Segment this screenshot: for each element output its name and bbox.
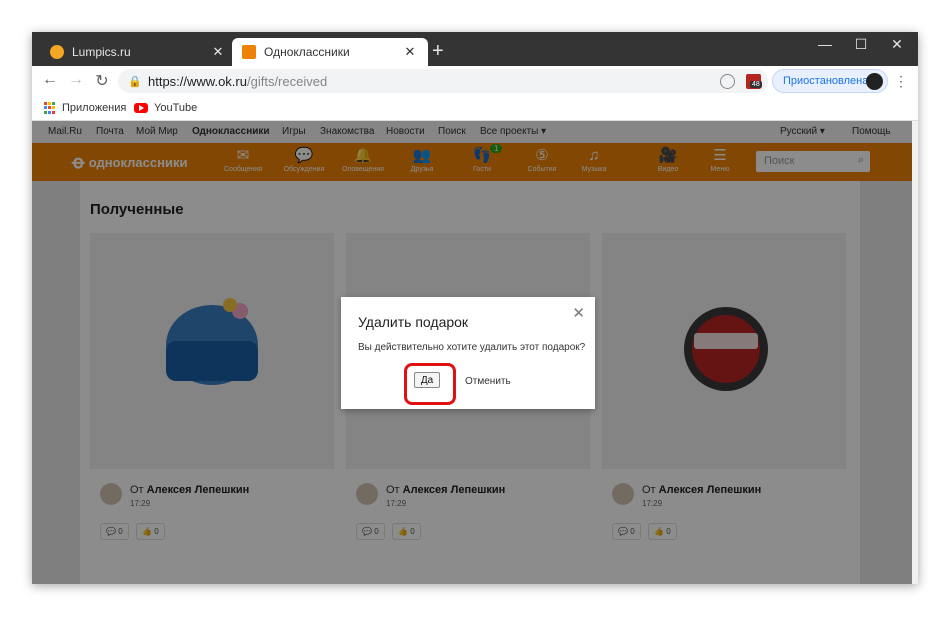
title-bar: Lumpics.ru ✕ Одноклассники ✕ + — ☐ ✕ bbox=[32, 32, 918, 66]
maximize-button[interactable]: ☐ bbox=[846, 36, 876, 53]
more-menu-icon[interactable]: ⋮ bbox=[894, 73, 908, 90]
bookmark-apps[interactable]: Приложения bbox=[44, 102, 126, 114]
youtube-icon bbox=[134, 103, 148, 113]
tab-odnoklassniki[interactable]: Одноклассники ✕ bbox=[232, 38, 428, 66]
url-path: /gifts/received bbox=[246, 73, 328, 89]
bookmark-label: Приложения bbox=[62, 102, 127, 114]
new-tab-button[interactable]: + bbox=[432, 41, 444, 61]
globe-extension-icon[interactable] bbox=[720, 74, 735, 89]
bookmark-youtube[interactable]: YouTube bbox=[134, 102, 197, 114]
confirm-delete-button[interactable]: Да bbox=[414, 372, 440, 388]
lock-icon: 🔒 bbox=[128, 75, 142, 88]
delete-gift-dialog: Удалить подарок ✕ Вы действительно хотит… bbox=[341, 297, 595, 409]
bookmarks-bar: Приложения YouTube bbox=[32, 96, 918, 121]
reload-icon[interactable]: ↻ bbox=[92, 71, 112, 91]
cancel-link[interactable]: Отменить bbox=[465, 376, 511, 387]
close-icon[interactable]: ✕ bbox=[572, 304, 585, 322]
tab-close-icon[interactable]: ✕ bbox=[402, 44, 418, 60]
tab-close-icon[interactable]: ✕ bbox=[210, 44, 226, 60]
forward-arrow-icon[interactable]: → bbox=[66, 71, 86, 89]
profile-label: Приостановлена bbox=[783, 75, 869, 87]
back-arrow-icon[interactable]: ← bbox=[40, 71, 60, 89]
tab-title: Lumpics.ru bbox=[72, 45, 131, 59]
browser-window: Lumpics.ru ✕ Одноклассники ✕ + — ☐ ✕ ← →… bbox=[32, 32, 918, 584]
minimize-button[interactable]: — bbox=[810, 36, 840, 52]
tab-title: Одноклассники bbox=[264, 45, 350, 59]
page-scrollbar[interactable] bbox=[912, 121, 918, 584]
profile-paused-button[interactable]: Приостановлена bbox=[772, 69, 888, 93]
bookmark-label: YouTube bbox=[154, 102, 198, 114]
profile-avatar bbox=[866, 73, 883, 90]
url-host: https://www.ok.ru bbox=[148, 73, 247, 89]
apps-grid-icon bbox=[44, 102, 56, 114]
dialog-message: Вы действительно хотите удалить этот под… bbox=[358, 342, 586, 353]
lumpics-favicon-icon bbox=[50, 45, 64, 59]
page-viewport: Mail.Ru Почта Мой Мир Одноклассники Игры… bbox=[32, 121, 918, 584]
close-window-button[interactable]: ✕ bbox=[882, 36, 912, 53]
browser-toolbar: ← → ↻ 🔒 https://www.ok.ru/gifts/received… bbox=[32, 66, 918, 96]
ok-favicon-icon bbox=[242, 45, 256, 59]
tab-lumpics[interactable]: Lumpics.ru ✕ bbox=[40, 38, 236, 66]
extension-badge: 48 bbox=[750, 81, 762, 88]
address-bar[interactable]: 🔒 https://www.ok.ru/gifts/received ☆ bbox=[118, 69, 768, 93]
dialog-title: Удалить подарок bbox=[358, 314, 469, 330]
